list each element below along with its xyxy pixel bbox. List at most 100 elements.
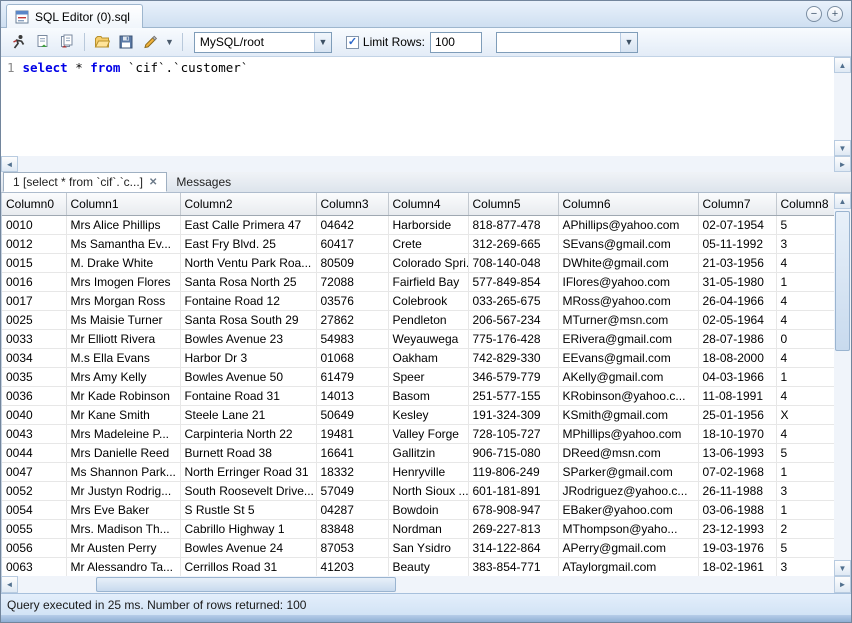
grid-cell[interactable]: 346-579-779 — [468, 367, 558, 386]
grid-cell[interactable]: 80509 — [316, 253, 388, 272]
grid-cell[interactable]: 28-07-1986 — [698, 329, 776, 348]
grid-cell[interactable]: South Roosevelt Drive... — [180, 481, 316, 500]
sql-history-button[interactable] — [55, 31, 79, 53]
secondary-dropdown-icon[interactable]: ▼ — [620, 33, 637, 52]
run-sql-button[interactable] — [7, 31, 31, 53]
grid-cell[interactable]: Bowles Avenue 50 — [180, 367, 316, 386]
grid-cell[interactable]: Mr Elliott Rivera — [66, 329, 180, 348]
maximize-button[interactable]: + — [827, 6, 843, 22]
grid-cell[interactable]: KSmith@gmail.com — [558, 405, 698, 424]
grid-cell[interactable]: Ms Samantha Ev... — [66, 234, 180, 253]
grid-cell[interactable]: 60417 — [316, 234, 388, 253]
grid-cell[interactable]: Mrs Morgan Ross — [66, 291, 180, 310]
grid-cell[interactable]: 0010 — [2, 215, 66, 234]
edit-button[interactable] — [138, 31, 162, 53]
table-row[interactable]: 0010Mrs Alice PhillipsEast Calle Primera… — [2, 215, 834, 234]
grid-cell[interactable]: SParker@gmail.com — [558, 462, 698, 481]
grid-cell[interactable]: 742-829-330 — [468, 348, 558, 367]
grid-cell[interactable]: Mrs Alice Phillips — [66, 215, 180, 234]
grid-cell[interactable]: Ms Shannon Park... — [66, 462, 180, 481]
table-row[interactable]: 0036Mr Kade RobinsonFontaine Road 311401… — [2, 386, 834, 405]
open-file-button[interactable] — [90, 31, 114, 53]
grid-cell[interactable]: 818-877-478 — [468, 215, 558, 234]
grid-cell[interactable]: 04287 — [316, 500, 388, 519]
grid-cell[interactable]: Oakham — [388, 348, 468, 367]
horizontal-scroll-thumb[interactable] — [96, 577, 396, 592]
grid-cell[interactable]: 87053 — [316, 538, 388, 557]
grid-cell[interactable]: 033-265-675 — [468, 291, 558, 310]
scroll-up-icon[interactable]: ▲ — [834, 57, 851, 73]
grid-cell[interactable]: 01068 — [316, 348, 388, 367]
grid-cell[interactable]: 383-854-771 — [468, 557, 558, 576]
grid-cell[interactable]: S Rustle St 5 — [180, 500, 316, 519]
close-icon[interactable]: ✕ — [149, 177, 157, 188]
scroll-left-icon[interactable]: ◄ — [1, 156, 18, 172]
grid-cell[interactable]: Harborside — [388, 215, 468, 234]
grid-cell[interactable]: 577-849-854 — [468, 272, 558, 291]
table-row[interactable]: 0052Mr Justyn Rodrig...South Roosevelt D… — [2, 481, 834, 500]
grid-cell[interactable]: 0044 — [2, 443, 66, 462]
grid-cell[interactable]: Mr Justyn Rodrig... — [66, 481, 180, 500]
column-header[interactable]: Column0 — [2, 193, 66, 215]
grid-cell[interactable]: Basom — [388, 386, 468, 405]
grid-cell[interactable]: 0054 — [2, 500, 66, 519]
column-header[interactable]: Column2 — [180, 193, 316, 215]
grid-cell[interactable]: East Calle Primera 47 — [180, 215, 316, 234]
grid-cell[interactable]: Mrs. Madison Th... — [66, 519, 180, 538]
grid-cell[interactable]: Mrs Eve Baker — [66, 500, 180, 519]
grid-cell[interactable]: DReed@msn.com — [558, 443, 698, 462]
grid-cell[interactable]: 775-176-428 — [468, 329, 558, 348]
grid-cell[interactable]: North Sioux ... — [388, 481, 468, 500]
grid-cell[interactable]: 3 — [776, 557, 834, 576]
scroll-up-icon[interactable]: ▲ — [834, 193, 851, 209]
grid-cell[interactable]: 906-715-080 — [468, 443, 558, 462]
grid-cell[interactable]: 312-269-665 — [468, 234, 558, 253]
grid-cell[interactable]: Mr Kane Smith — [66, 405, 180, 424]
grid-cell[interactable]: 0056 — [2, 538, 66, 557]
table-row[interactable]: 0063Mr Alessandro Ta...Cerrillos Road 31… — [2, 557, 834, 576]
grid-cell[interactable]: 16641 — [316, 443, 388, 462]
grid-cell[interactable]: 14013 — [316, 386, 388, 405]
grid-cell[interactable]: North Ventu Park Roa... — [180, 253, 316, 272]
grid-cell[interactable]: 11-08-1991 — [698, 386, 776, 405]
grid-cell[interactable]: 03-06-1988 — [698, 500, 776, 519]
grid-cell[interactable]: 4 — [776, 386, 834, 405]
grid-cell[interactable]: Mr Kade Robinson — [66, 386, 180, 405]
grid-cell[interactable]: 72088 — [316, 272, 388, 291]
grid-cell[interactable]: 119-806-249 — [468, 462, 558, 481]
grid-cell[interactable]: 0035 — [2, 367, 66, 386]
grid-cell[interactable]: 1 — [776, 462, 834, 481]
scroll-left-icon[interactable]: ◄ — [1, 576, 18, 593]
grid-cell[interactable]: 83848 — [316, 519, 388, 538]
grid-cell[interactable]: 4 — [776, 424, 834, 443]
grid-cell[interactable]: 1 — [776, 500, 834, 519]
scroll-right-icon[interactable]: ► — [834, 576, 851, 593]
grid-cell[interactable]: 314-122-864 — [468, 538, 558, 557]
grid-cell[interactable]: Fontaine Road 12 — [180, 291, 316, 310]
grid-cell[interactable]: Speer — [388, 367, 468, 386]
grid-cell[interactable]: Kesley — [388, 405, 468, 424]
column-header[interactable]: Column3 — [316, 193, 388, 215]
grid-cell[interactable]: Colebrook — [388, 291, 468, 310]
table-row[interactable]: 0056Mr Austen PerryBowles Avenue 2487053… — [2, 538, 834, 557]
scroll-down-icon[interactable]: ▼ — [834, 140, 851, 156]
grid-cell[interactable]: 5 — [776, 215, 834, 234]
grid-cell[interactable]: Weyauwega — [388, 329, 468, 348]
grid-cell[interactable]: Fontaine Road 31 — [180, 386, 316, 405]
grid-cell[interactable]: Valley Forge — [388, 424, 468, 443]
grid-cell[interactable]: Steele Lane 21 — [180, 405, 316, 424]
grid-cell[interactable]: Cabrillo Highway 1 — [180, 519, 316, 538]
table-row[interactable]: 0043Mrs Madeleine P...Carpinteria North … — [2, 424, 834, 443]
grid-cell[interactable]: 5 — [776, 443, 834, 462]
grid-cell[interactable]: 23-12-1993 — [698, 519, 776, 538]
vertical-scroll-thumb[interactable] — [835, 211, 850, 351]
grid-cell[interactable]: 251-577-155 — [468, 386, 558, 405]
grid-cell[interactable]: 0043 — [2, 424, 66, 443]
grid-cell[interactable]: Santa Rosa South 29 — [180, 310, 316, 329]
grid-cell[interactable]: 4 — [776, 348, 834, 367]
grid-cell[interactable]: 191-324-309 — [468, 405, 558, 424]
grid-cell[interactable]: 0012 — [2, 234, 66, 253]
editor-vertical-scrollbar[interactable]: ▲ ▼ — [834, 57, 851, 156]
grid-cell[interactable]: 3 — [776, 234, 834, 253]
code-area[interactable]: 1select * from `cif`.`customer` — [1, 57, 834, 156]
